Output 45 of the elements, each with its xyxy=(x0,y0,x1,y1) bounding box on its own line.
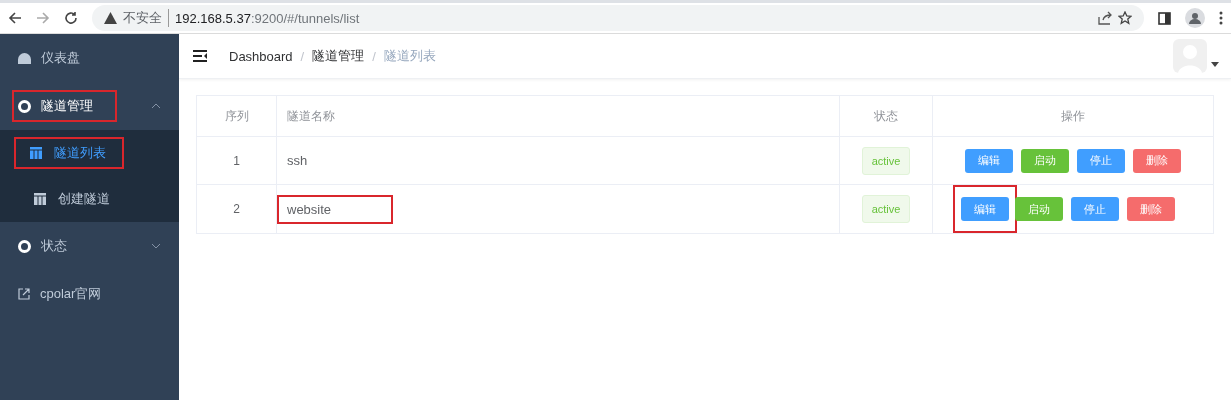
warning-icon xyxy=(104,12,117,24)
breadcrumb-item[interactable]: 隧道管理 xyxy=(312,47,365,65)
tunnel-name: ssh xyxy=(287,153,308,168)
circle-icon xyxy=(18,239,31,253)
action-button[interactable]: 编辑 xyxy=(965,148,1013,173)
star-icon[interactable] xyxy=(1118,11,1132,25)
address-bar[interactable]: 不安全 192.168.5.37:9200/#/tunnels/list xyxy=(92,5,1144,31)
menu-icon[interactable] xyxy=(193,50,207,62)
url-text: 192.168.5.37:9200/#/tunnels/list xyxy=(175,10,360,26)
grid-icon xyxy=(34,193,46,205)
submenu-item[interactable]: 创建隧道 xyxy=(58,190,110,208)
caret-icon[interactable] xyxy=(1211,61,1219,67)
action-button[interactable]: 删除 xyxy=(1133,148,1181,173)
action-button[interactable]: 删除 xyxy=(1127,197,1175,221)
more-icon[interactable] xyxy=(1219,11,1223,25)
security-label: 不安全 xyxy=(123,9,169,27)
table-cell: 2 xyxy=(196,184,277,234)
external-link-icon xyxy=(18,288,30,300)
sidebar-item[interactable]: 隧道管理 xyxy=(41,97,93,115)
share-icon[interactable] xyxy=(1098,11,1112,25)
status-tag: active xyxy=(861,195,911,223)
grid-icon xyxy=(30,147,42,159)
breadcrumb-item: 隧道列表 xyxy=(383,47,436,65)
reload-icon[interactable] xyxy=(64,11,78,25)
action-button[interactable]: 停止 xyxy=(1077,148,1125,173)
circle-icon xyxy=(18,99,31,113)
breadcrumb-separator: / xyxy=(372,48,376,64)
column-header: 操作 xyxy=(932,95,1214,137)
sidebar-item[interactable]: cpolar官网 xyxy=(40,285,102,303)
column-header: 隧道名称 xyxy=(276,95,840,137)
table-cell: 1 xyxy=(196,136,277,185)
submenu-item[interactable]: 隧道列表 xyxy=(54,144,106,162)
column-header: 序列 xyxy=(196,95,277,137)
sidebar-item[interactable]: 状态 xyxy=(41,237,67,255)
action-button[interactable]: 编辑 xyxy=(961,197,1009,221)
status-tag: active xyxy=(861,146,911,175)
action-button[interactable]: 停止 xyxy=(1071,197,1119,221)
profile-icon[interactable] xyxy=(1185,8,1205,28)
back-icon[interactable] xyxy=(8,11,22,25)
breadcrumb-item[interactable]: Dashboard xyxy=(229,48,293,64)
breadcrumb-separator: / xyxy=(300,48,305,64)
tunnel-name: website xyxy=(287,201,332,217)
column-header: 状态 xyxy=(839,95,933,137)
side-panel-icon[interactable] xyxy=(1158,11,1171,25)
sidebar-item[interactable]: 仪表盘 xyxy=(41,49,80,67)
